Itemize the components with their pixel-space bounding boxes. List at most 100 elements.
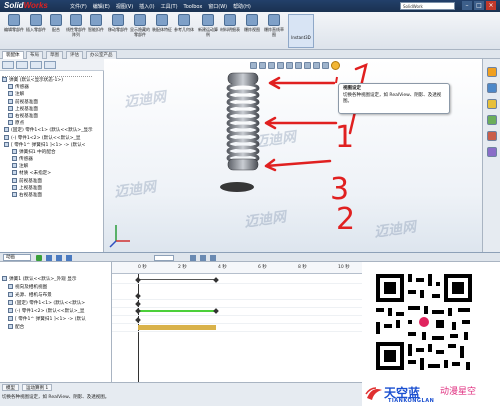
- tab-layout[interactable]: 布局: [26, 51, 43, 59]
- annotation-pointer: [335, 76, 338, 84]
- menu-view[interactable]: 视图(V): [116, 3, 133, 10]
- tree-item[interactable]: 上视基准面: [0, 105, 100, 113]
- appearances-icon[interactable]: [487, 131, 497, 141]
- file-explorer-icon[interactable]: [487, 99, 497, 109]
- tool-explode-line-sketch[interactable]: 爆炸直线草图: [264, 14, 284, 37]
- autokey-icon[interactable]: [210, 255, 216, 261]
- tool-insert-component[interactable]: 插入零部件: [26, 14, 46, 32]
- config-tab-icon[interactable]: [30, 61, 42, 69]
- playback-speed-select[interactable]: [154, 255, 174, 261]
- tool-move-component[interactable]: 移动零部件: [108, 14, 128, 32]
- tree-item[interactable]: 前视基准面: [0, 98, 100, 106]
- tab-office-products[interactable]: 办公室产品: [86, 51, 117, 59]
- annotation-number-2: 2: [336, 202, 355, 237]
- tool-reference-geometry[interactable]: 参考几何体: [174, 14, 194, 32]
- stop-icon[interactable]: [66, 255, 72, 261]
- solidworks-resources-icon[interactable]: [487, 67, 497, 77]
- play-icon[interactable]: [56, 255, 62, 261]
- tool-mate[interactable]: 配合: [46, 14, 66, 32]
- key-point[interactable]: [135, 301, 141, 307]
- change-bar-green[interactable]: [138, 310, 216, 312]
- play-from-start-icon[interactable]: [46, 255, 52, 261]
- tree-item[interactable]: 注解: [0, 91, 100, 98]
- design-library-icon[interactable]: [487, 83, 497, 93]
- motion-tree-item[interactable]: (-) 零件1<2> (默认<<默认>_显: [8, 308, 110, 315]
- motion-tree-item[interactable]: [ 零件1^ 弹簧扫1 ]<1> -> (默认: [8, 316, 110, 323]
- tree-item[interactable]: 传感器: [0, 156, 100, 163]
- tab-motion-study[interactable]: 运动算例 1: [22, 384, 53, 391]
- tool-label: 线性零部件阵列: [66, 27, 86, 37]
- motion-manager-toolbar: 动画: [0, 252, 500, 262]
- minimize-icon[interactable]: –: [462, 1, 472, 10]
- motion-tree-item[interactable]: 光源、相机与布景: [8, 292, 110, 299]
- task-pane: [482, 59, 500, 252]
- plane-icon: [12, 177, 17, 183]
- tree-item[interactable]: 右视基准面: [0, 192, 100, 199]
- menu-window[interactable]: 窗口(W): [208, 3, 227, 10]
- tree-item[interactable]: 前视基准面: [0, 177, 100, 185]
- tab-model[interactable]: 模型: [2, 384, 19, 391]
- custom-properties-icon[interactable]: [487, 147, 497, 157]
- assembly-features-icon: [156, 14, 168, 26]
- menu-help[interactable]: 帮助(H): [233, 3, 251, 10]
- instant3d-button[interactable]: Instant3D: [288, 14, 314, 48]
- property-tab-icon[interactable]: [16, 61, 28, 69]
- motion-tree-item[interactable]: 视向及相机视图: [8, 284, 110, 291]
- tool-new-motion-study[interactable]: 新建运动算例: [198, 14, 218, 37]
- tool-smart-fastener[interactable]: 智能扣件: [86, 14, 106, 32]
- tab-assembly[interactable]: 装配体: [2, 51, 24, 59]
- tree-item[interactable]: (固定) 零件1<1> (默认<<默认>_显示: [0, 127, 100, 134]
- tree-label: 弹簧扫1 中的配合: [19, 149, 56, 155]
- tool-label: 爆炸视图: [244, 27, 260, 32]
- calculate-icon[interactable]: [36, 255, 42, 261]
- menu-insert[interactable]: 插入(I): [139, 3, 154, 10]
- save-animation-icon[interactable]: [190, 255, 196, 261]
- tree-item[interactable]: 弹簧扫1 中的配合: [0, 148, 100, 156]
- search-input[interactable]: SolidWork: [400, 2, 455, 10]
- key-point[interactable]: [213, 277, 219, 283]
- dimxpert-tab-icon[interactable]: [44, 61, 56, 69]
- key-point[interactable]: [135, 317, 141, 323]
- tree-item[interactable]: 原点: [0, 120, 100, 127]
- tab-evaluate[interactable]: 评估: [66, 51, 83, 59]
- qr-code-panel: [362, 262, 500, 382]
- maximize-icon[interactable]: □: [474, 1, 484, 10]
- tool-linear-pattern[interactable]: 线性零部件阵列: [66, 14, 86, 37]
- motion-tree-item[interactable]: 配合: [8, 324, 110, 331]
- menu-edit[interactable]: 编辑(E): [93, 3, 110, 10]
- tool-exploded-view[interactable]: 爆炸视图: [242, 14, 262, 32]
- motion-tree-item[interactable]: 弹簧1 (默认<<默认>_外观 显示: [2, 276, 110, 283]
- tree-root[interactable]: 弹簧 (默认<显示状态-1>): [0, 77, 100, 84]
- view-palette-icon[interactable]: [487, 115, 497, 125]
- graphics-area[interactable]: 迈迪网 迈迪网 迈迪网 迈迪网 迈迪网 1 3 2 视图设定 切换各种视图设定，…: [104, 59, 482, 252]
- tree-item[interactable]: 材质 <未指定>: [0, 170, 100, 177]
- tree-item[interactable]: (-) 零件1<2> (默认<<默认>_显: [0, 134, 100, 142]
- key-point[interactable]: [213, 308, 219, 314]
- motion-tree-item[interactable]: (固定) 零件1<1> (默认<<默认>: [8, 300, 110, 307]
- tree-item[interactable]: 传感器: [0, 84, 100, 91]
- change-bar-gold[interactable]: [138, 325, 216, 330]
- animation-wizard-icon[interactable]: [200, 255, 206, 261]
- tool-assembly-features[interactable]: 装配体特征: [152, 14, 172, 32]
- tree-item[interactable]: [ 零件1^ 弹簧扫1 ]<1> -> (默认<: [0, 141, 100, 149]
- tool-edit-component[interactable]: 编辑零部件: [4, 14, 24, 32]
- study-type-select[interactable]: 动画: [3, 254, 31, 261]
- feature-tree-tab-icon[interactable]: [2, 61, 14, 69]
- close-icon[interactable]: ×: [486, 1, 496, 10]
- tree-item[interactable]: 上视基准面: [0, 184, 100, 192]
- tree-item[interactable]: 右视基准面: [0, 112, 100, 120]
- tab-sketch[interactable]: 草图: [46, 51, 63, 59]
- app-logo[interactable]: SolidWorks: [4, 1, 48, 11]
- menu-tools[interactable]: 工具(T): [161, 3, 178, 10]
- tool-label: 材料明细表: [220, 27, 240, 32]
- material-icon: [12, 170, 17, 176]
- menu-toolbox[interactable]: Toolbox: [184, 4, 203, 10]
- tool-show-hidden[interactable]: 显示隐藏的零部件: [130, 14, 150, 37]
- part-icon: [4, 134, 9, 140]
- key-point[interactable]: [135, 293, 141, 299]
- menu-file[interactable]: 文件(F): [70, 3, 87, 10]
- tree-item[interactable]: 注解: [0, 163, 100, 170]
- motion-timeline[interactable]: 0 秒 2 秒 4 秒 6 秒 8 秒 10 秒: [112, 262, 362, 382]
- tool-bom[interactable]: 材料明细表: [220, 14, 240, 32]
- tree-label: 配合: [15, 325, 25, 330]
